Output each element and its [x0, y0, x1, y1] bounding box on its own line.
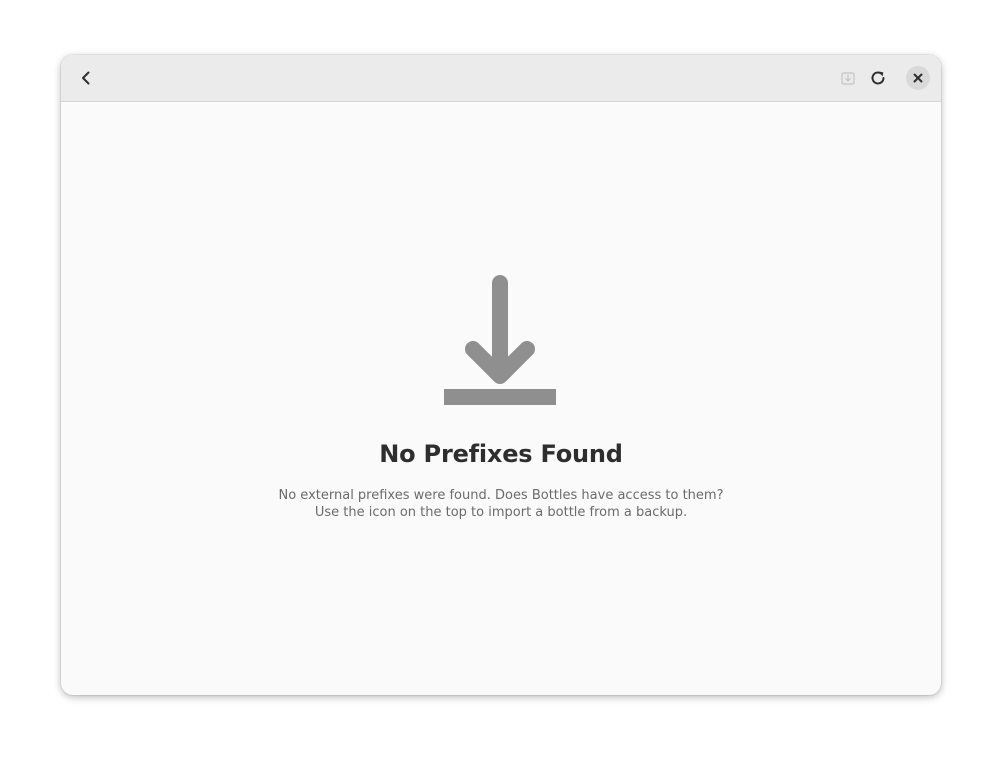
status-page: No Prefixes Found No external prefixes w… — [61, 102, 941, 695]
status-title: No Prefixes Found — [379, 440, 623, 468]
refresh-icon — [871, 71, 885, 85]
refresh-button[interactable] — [863, 63, 893, 93]
import-button[interactable] — [833, 63, 863, 93]
close-button[interactable] — [906, 66, 930, 90]
headerbar — [61, 55, 941, 102]
close-icon — [913, 73, 923, 83]
download-icon — [444, 275, 556, 405]
import-icon — [841, 72, 855, 85]
back-button[interactable] — [71, 63, 101, 93]
status-description: No external prefixes were found. Does Bo… — [61, 487, 941, 521]
chevron-left-icon — [82, 71, 90, 85]
status-description-line-2: Use the icon on the top to import a bott… — [314, 505, 688, 520]
status-description-line-1: No external prefixes were found. Does Bo… — [278, 488, 724, 503]
window: No Prefixes Found No external prefixes w… — [61, 55, 941, 695]
